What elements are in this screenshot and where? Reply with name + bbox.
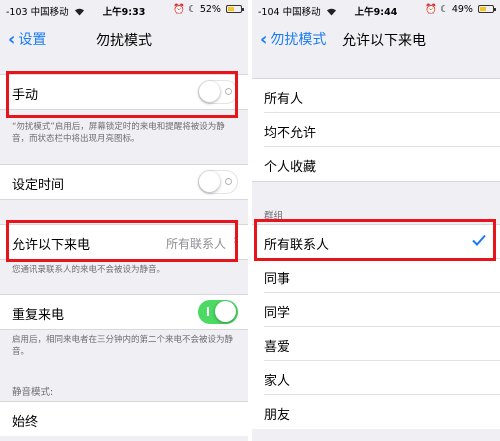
- always-row[interactable]: 始终: [12, 402, 248, 436]
- status-bar: -103 中国移动 上午9:33 ⏰ ☾ 52%: [0, 0, 248, 20]
- battery-icon: [478, 5, 496, 13]
- highlight-allow-calls: [6, 220, 238, 262]
- manual-note: “勿扰模式”启用后，屏幕锁定时的来电和提醒将被设为静音，而状态栏中将出现月亮图标…: [12, 122, 225, 144]
- battery-percent: 49%: [451, 4, 473, 15]
- navigation-bar: ‹ 设置 勿扰模式: [0, 20, 248, 60]
- scheduled-group: 设定时间: [0, 164, 248, 200]
- status-bar: -104 中国移动 上午9:44 ⏰ ☾ 49%: [252, 0, 500, 20]
- group-row[interactable]: 朋友: [264, 395, 500, 429]
- page-title: 允许以下来电: [342, 33, 426, 49]
- group-row[interactable]: 同事: [264, 259, 500, 293]
- moon-icon: ☾: [440, 4, 449, 15]
- allow-calls-note: 您通讯录联系人的来电不会被设为静音。: [12, 265, 166, 275]
- scheduled-row[interactable]: 设定时间: [12, 165, 248, 199]
- option-row[interactable]: 所有人: [264, 79, 500, 113]
- battery-percent: 52%: [199, 4, 221, 15]
- option-row[interactable]: 个人收藏: [264, 147, 500, 181]
- options-group: 所有人 均不允许 个人收藏: [252, 78, 500, 182]
- page-title: 勿扰模式: [96, 33, 152, 49]
- do-not-disturb-screen: -103 中国移动 上午9:33 ⏰ ☾ 52% ‹ 设置 勿扰模式 手动 “勿扰…: [0, 0, 248, 441]
- repeated-calls-row[interactable]: 重复来电: [12, 295, 248, 329]
- option-row[interactable]: 均不允许: [264, 113, 500, 147]
- silence-group: 始终: [0, 401, 248, 436]
- battery-icon: [226, 5, 244, 13]
- group-row[interactable]: 家人: [264, 361, 500, 395]
- allow-calls-from-screen: -104 中国移动 上午9:44 ⏰ ☾ 49% ‹ 勿扰模式 允许以下来电 所有…: [252, 0, 500, 441]
- scheduled-toggle[interactable]: [198, 170, 238, 194]
- chevron-left-icon: ‹: [260, 29, 268, 50]
- navigation-bar: ‹ 勿扰模式 允许以下来电: [252, 20, 500, 60]
- alarm-icon: ⏰: [173, 4, 186, 15]
- group-row[interactable]: 同学: [264, 293, 500, 327]
- group-row[interactable]: 喜爱: [264, 327, 500, 361]
- highlight-all-contacts: [254, 219, 496, 261]
- back-button[interactable]: ‹ 勿扰模式: [260, 29, 326, 50]
- repeated-calls-note: 启用后，相同来电者在三分钟内的第二个来电不会被设为静音。: [12, 335, 234, 357]
- repeated-calls-toggle[interactable]: [198, 300, 238, 324]
- repeated-calls-group: 重复来电: [0, 294, 248, 330]
- highlight-manual: [6, 71, 238, 118]
- moon-icon: ☾: [188, 4, 197, 15]
- silence-section-header: 静音模式:: [12, 387, 54, 398]
- alarm-icon: ⏰: [425, 4, 438, 15]
